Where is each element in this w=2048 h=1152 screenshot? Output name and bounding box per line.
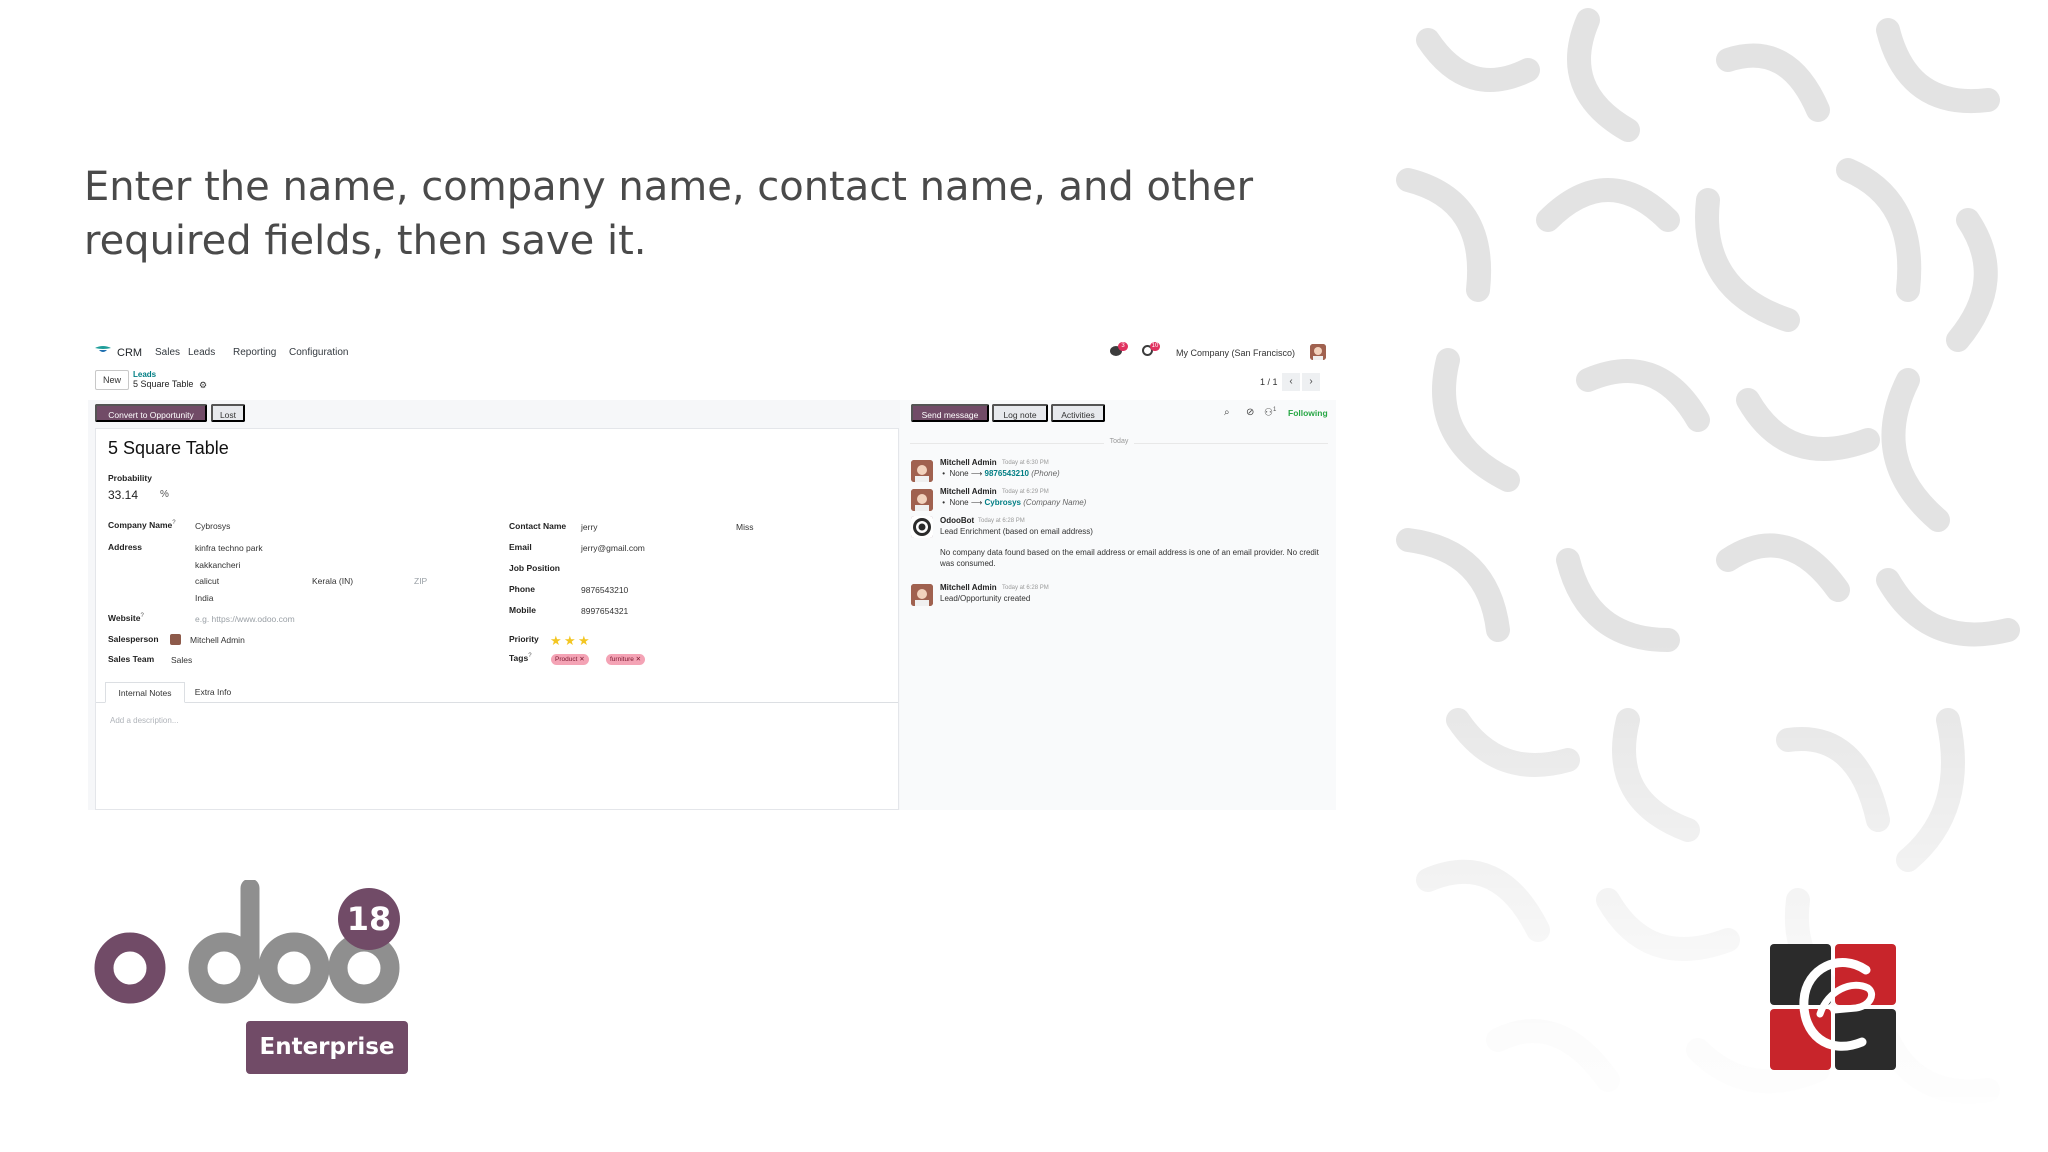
gear-icon[interactable]: ⚙ bbox=[199, 380, 207, 391]
email-label: Email bbox=[509, 542, 532, 552]
instruction-text: Enter the name, company name, contact na… bbox=[84, 164, 1254, 264]
address-label: Address bbox=[108, 542, 143, 552]
messages-count: 3 bbox=[1118, 342, 1128, 351]
priority-label: Priority bbox=[509, 634, 539, 644]
log-note-button[interactable]: Log note bbox=[992, 404, 1048, 422]
mobile-field[interactable]: 8997654321 bbox=[581, 606, 628, 616]
message-time: Today at 6:29 PM bbox=[1002, 489, 1049, 495]
activities-button[interactable]: Activities bbox=[1051, 404, 1105, 422]
crm-app-icon[interactable] bbox=[94, 346, 112, 356]
enterprise-badge: Enterprise bbox=[246, 1021, 408, 1074]
job-position-label: Job Position bbox=[509, 563, 560, 573]
tag-product[interactable]: Product ✕ bbox=[551, 654, 589, 665]
company-name-field[interactable]: Cybrosys bbox=[195, 521, 230, 531]
message-body: No company data found based on the email… bbox=[940, 548, 1319, 568]
salesperson-field[interactable]: Mitchell Admin bbox=[190, 635, 245, 645]
tag-furniture[interactable]: furniture ✕ bbox=[606, 654, 646, 665]
priority-star-icon[interactable]: ★ bbox=[550, 633, 562, 649]
state-field[interactable]: Kerala (IN) bbox=[312, 576, 353, 586]
following-button[interactable]: Following bbox=[1288, 408, 1328, 418]
sales-team-field[interactable]: Sales bbox=[171, 655, 192, 665]
percent-sign: % bbox=[160, 489, 169, 500]
title-field[interactable]: Miss bbox=[736, 522, 753, 532]
tracking-line: • None ⟶ 9876543210 (Phone) bbox=[940, 469, 1060, 478]
phone-label: Phone bbox=[509, 584, 535, 594]
contact-name-label: Contact Name bbox=[509, 521, 567, 531]
priority-star-icon[interactable]: ★ bbox=[564, 633, 576, 649]
pager-value[interactable]: 1 / 1 bbox=[1260, 377, 1278, 387]
website-field[interactable]: e.g. https://www.odoo.com bbox=[195, 614, 295, 624]
menu-configuration[interactable]: Configuration bbox=[289, 347, 348, 358]
app-name[interactable]: CRM bbox=[117, 347, 142, 359]
breadcrumb-current: 5 Square Table bbox=[133, 379, 194, 389]
mobile-label: Mobile bbox=[509, 605, 536, 615]
message-time: Today at 6:28 PM bbox=[1002, 585, 1049, 591]
email-field[interactable]: jerry@gmail.com bbox=[581, 543, 645, 553]
message-author[interactable]: OdooBot bbox=[940, 516, 974, 525]
menu-sales[interactable]: Sales bbox=[155, 347, 180, 358]
convert-to-opportunity-button[interactable]: Convert to Opportunity bbox=[95, 404, 207, 422]
street2-field[interactable]: kakkancheri bbox=[195, 560, 240, 570]
messages-icon[interactable]: 3 bbox=[1110, 342, 1128, 358]
probability-label: Probability bbox=[108, 473, 152, 483]
avatar bbox=[911, 489, 933, 511]
priority-star-icon[interactable]: ★ bbox=[578, 633, 590, 649]
lost-button[interactable]: Lost bbox=[211, 404, 245, 422]
city-field[interactable]: calicut bbox=[195, 576, 219, 586]
tab-internal-notes[interactable]: Internal Notes bbox=[105, 682, 185, 703]
record-title[interactable]: 5 Square Table bbox=[108, 438, 229, 459]
paperclip-icon[interactable]: ⊘ bbox=[1246, 407, 1254, 418]
contact-name-field[interactable]: jerry bbox=[581, 522, 598, 532]
avatar bbox=[911, 584, 933, 606]
menu-reporting[interactable]: Reporting bbox=[233, 347, 276, 358]
salesperson-label: Salesperson bbox=[108, 634, 159, 644]
description-field[interactable]: Add a description... bbox=[110, 716, 178, 725]
message-author[interactable]: Mitchell Admin bbox=[940, 487, 997, 496]
avatar bbox=[911, 460, 933, 482]
message-author[interactable]: Mitchell Admin bbox=[940, 458, 997, 467]
company-name-label: Company Name? bbox=[108, 520, 176, 530]
pager-previous-icon[interactable]: ‹ bbox=[1282, 373, 1300, 391]
message-author[interactable]: Mitchell Admin bbox=[940, 583, 997, 592]
search-icon[interactable]: ⌕ bbox=[1224, 407, 1230, 418]
activities-count: 10 bbox=[1150, 342, 1160, 351]
odoo-logo: 18 bbox=[94, 880, 400, 1004]
send-message-button[interactable]: Send message bbox=[911, 404, 989, 422]
tab-extra-info[interactable]: Extra Info bbox=[185, 682, 241, 703]
phone-field[interactable]: 9876543210 bbox=[581, 585, 628, 595]
sales-team-label: Sales Team bbox=[108, 654, 155, 664]
tracking-line: • None ⟶ Cybrosys (Company Name) bbox=[940, 498, 1087, 507]
odoobot-avatar bbox=[911, 516, 933, 538]
pager-next-icon[interactable]: › bbox=[1302, 373, 1320, 391]
followers-count: 1 bbox=[1272, 407, 1277, 413]
new-button[interactable]: New bbox=[95, 370, 129, 390]
menu-leads[interactable]: Leads bbox=[188, 347, 215, 358]
pattern-fade bbox=[1368, 640, 2048, 1152]
message-time: Today at 6:28 PM bbox=[978, 518, 1025, 524]
company-switcher[interactable]: My Company (San Francisco) bbox=[1176, 348, 1295, 358]
breadcrumb-leads[interactable]: Leads bbox=[133, 370, 156, 379]
message-body: Lead Enrichment (based on email address) bbox=[940, 527, 1093, 536]
tags-label: Tags? bbox=[509, 653, 532, 663]
probability-field[interactable]: 33.14 bbox=[108, 488, 138, 502]
today-label: Today bbox=[1103, 438, 1135, 445]
message-time: Today at 6:30 PM bbox=[1002, 460, 1049, 466]
website-label: Website? bbox=[108, 613, 144, 623]
odoo-version-number: 18 bbox=[347, 900, 392, 938]
country-field[interactable]: India bbox=[195, 593, 213, 603]
user-avatar[interactable] bbox=[1310, 344, 1326, 360]
zip-field[interactable]: ZIP bbox=[414, 576, 427, 586]
message-body: Lead/Opportunity created bbox=[940, 594, 1031, 603]
activities-clock-icon[interactable]: 10 bbox=[1142, 342, 1160, 358]
salesperson-avatar bbox=[170, 634, 181, 645]
street-field[interactable]: kinfra techno park bbox=[195, 543, 263, 553]
followers-icon[interactable]: ⚇1 bbox=[1264, 407, 1276, 418]
odoo-screenshot: CRM Sales Leads Reporting Configuration … bbox=[88, 336, 1336, 810]
cybrosys-logo bbox=[1770, 944, 1896, 1070]
